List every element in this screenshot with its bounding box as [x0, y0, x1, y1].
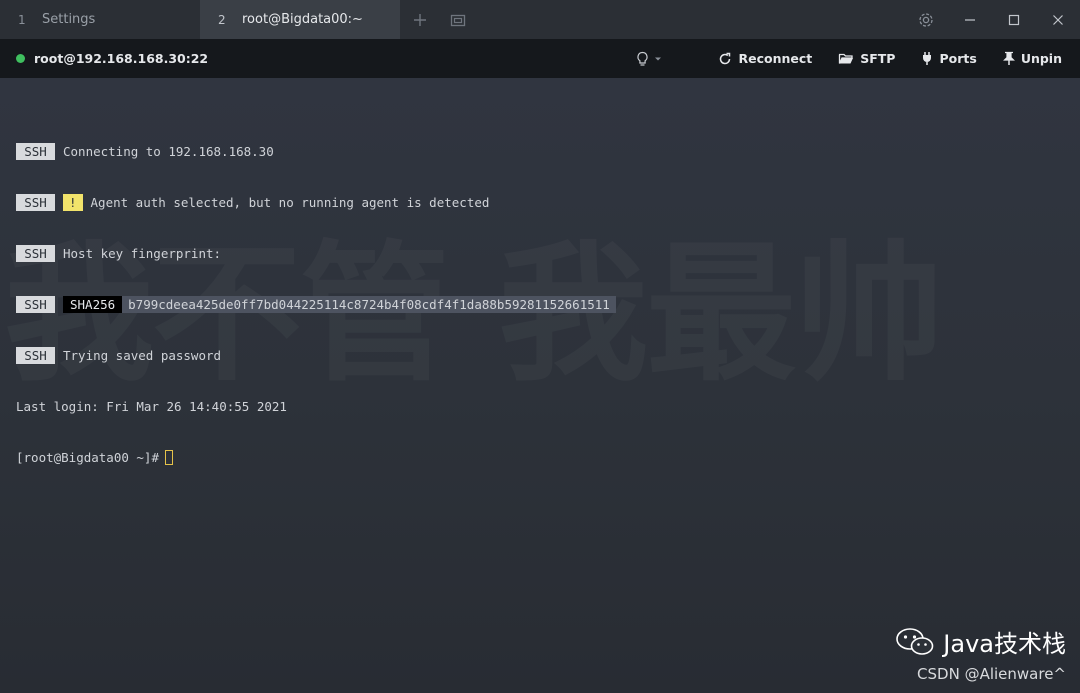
session-host: root@192.168.168.30:22	[34, 51, 209, 66]
sftp-label: SFTP	[860, 51, 896, 66]
ports-button[interactable]: Ports	[921, 51, 977, 66]
tab-number: 1	[18, 12, 26, 27]
folder-open-icon	[839, 53, 854, 64]
ssh-badge: SSH	[16, 347, 55, 364]
terminal-text: Trying saved password	[63, 348, 222, 363]
terminal-text: Connecting to 192.168.168.30	[63, 144, 274, 159]
terminal-prompt-line[interactable]: [root@Bigdata00 ~]#	[16, 449, 616, 466]
tab-settings[interactable]: 1 Settings	[0, 0, 200, 39]
terminal-view[interactable]: 我不管 我最帅 SSH Connecting to 192.168.168.30…	[0, 78, 1080, 693]
sha256-badge: SHA256	[63, 296, 123, 313]
ssh-badge: SSH	[16, 245, 55, 262]
pin-icon	[1002, 51, 1015, 65]
shell-prompt: [root@Bigdata00 ~]#	[16, 450, 159, 465]
lightbulb-icon	[637, 51, 649, 66]
unpin-label: Unpin	[1020, 51, 1062, 66]
close-icon[interactable]	[1036, 0, 1080, 39]
watermark-title: Java技术栈	[943, 630, 1066, 658]
connection-status-icon	[16, 54, 25, 63]
reconnect-button[interactable]: Reconnect	[718, 51, 812, 66]
ssh-badge: SSH	[16, 296, 55, 313]
warning-badge: !	[63, 194, 83, 211]
watermark-subtitle: CSDN @Alienware^	[917, 665, 1066, 683]
plug-icon	[923, 52, 932, 65]
session-toolbar: root@192.168.168.30:22 Reconnect SFTP Po…	[0, 39, 1080, 78]
settings-gear-icon[interactable]	[904, 0, 948, 39]
color-scheme-button[interactable]	[636, 51, 662, 67]
fingerprint-value: b799cdeea425de0ff7bd044225114c8724b4f08c…	[122, 296, 616, 313]
reconnect-label: Reconnect	[738, 51, 813, 66]
minimize-icon[interactable]	[948, 0, 992, 39]
terminal-line: SSH Connecting to 192.168.168.30	[16, 143, 616, 160]
tab-session[interactable]: 2 root@Bigdata00:~	[200, 0, 400, 39]
ports-label: Ports	[939, 51, 977, 66]
tab-list-icon[interactable]	[446, 8, 470, 32]
maximize-icon[interactable]	[992, 0, 1036, 39]
terminal-cursor	[165, 450, 173, 465]
tab-number: 2	[218, 12, 226, 27]
terminal-line: SSH ! Agent auth selected, but no runnin…	[16, 194, 616, 211]
terminal-line: SSH Trying saved password	[16, 347, 616, 364]
wechat-icon	[896, 627, 934, 655]
tab-label: root@Bigdata00:~	[242, 12, 363, 27]
chevron-down-icon	[655, 57, 662, 60]
watermark: Java技术栈 CSDN @Alienware^	[895, 624, 1066, 683]
sftp-button[interactable]: SFTP	[838, 51, 895, 66]
terminal-output: SSH Connecting to 192.168.168.30 SSH ! A…	[16, 109, 616, 500]
terminal-line: SSH Host key fingerprint:	[16, 245, 616, 262]
last-login-text: Last login: Fri Mar 26 14:40:55 2021	[16, 399, 287, 414]
tab-label: Settings	[42, 12, 96, 27]
terminal-text: Host key fingerprint:	[63, 246, 222, 261]
terminal-text: Agent auth selected, but no running agen…	[90, 195, 490, 210]
tab-bar: 1 Settings 2 root@Bigdata00:~	[0, 0, 1080, 39]
terminal-line: SSH SHA256 b799cdeea425de0ff7bd044225114…	[16, 296, 616, 313]
reconnect-icon	[720, 52, 731, 64]
terminal-line: Last login: Fri Mar 26 14:40:55 2021	[16, 398, 616, 415]
unpin-button[interactable]: Unpin	[1002, 51, 1062, 66]
ssh-badge: SSH	[16, 194, 55, 211]
ssh-badge: SSH	[16, 143, 55, 160]
new-tab-icon[interactable]	[408, 8, 432, 32]
